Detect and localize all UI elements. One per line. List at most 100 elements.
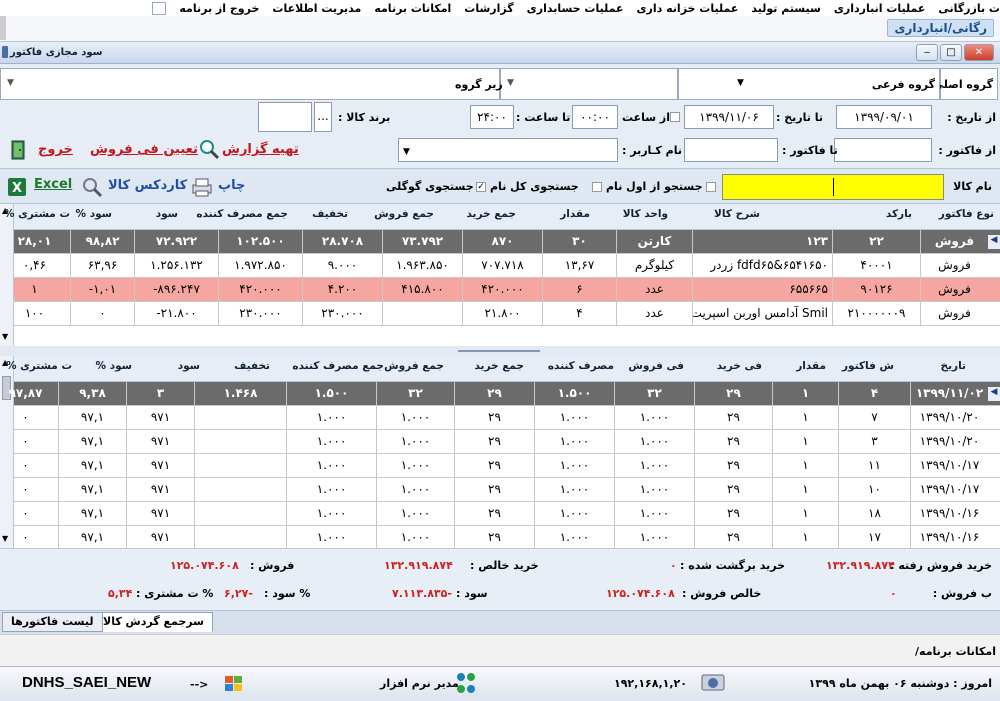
table-cell[interactable]: ۹۰۱۲۶	[832, 278, 920, 301]
table-cell[interactable]: ۲۳۰.۰۰۰	[218, 302, 302, 325]
table-cell[interactable]: ۲۹	[694, 526, 772, 549]
table-cell[interactable]: ۲۹	[694, 382, 772, 405]
col-header[interactable]: جمع خرید	[466, 208, 516, 220]
table-cell[interactable]: ۹۷,۱	[58, 406, 126, 429]
table-cell[interactable]: ۹۷۱	[126, 430, 194, 453]
from-time-input[interactable]: ۰۰:۰۰	[572, 105, 618, 129]
table-cell[interactable]: Smil آدامس اوربن اسپریت	[692, 302, 832, 325]
excel-export-button[interactable]: Excel	[34, 177, 72, 192]
table-cell[interactable]: ۱.۰۰۰	[534, 526, 614, 549]
table-cell[interactable]: ۰,۴۶	[0, 254, 70, 277]
menu-item-warehouse[interactable]: عملیات انبارداری	[834, 2, 926, 15]
table-cell[interactable]: ۱.۰۰۰	[614, 430, 694, 453]
sub-sub-group-select[interactable]: زیر گروه ▼	[0, 68, 503, 100]
table-cell[interactable]: ۱۳۹۹/۱۰/۱۶	[910, 502, 988, 525]
table-cell[interactable]: ۱.۴۶۸	[194, 382, 286, 405]
table-cell[interactable]: ۱.۰۰۰	[534, 430, 614, 453]
table-cell[interactable]: ۱۸	[838, 502, 910, 525]
table-cell[interactable]	[194, 478, 286, 501]
tab-item-turnover[interactable]: سرجمع گردش کالا	[94, 612, 213, 632]
table-cell[interactable]: ۲۹	[454, 454, 534, 477]
table-cell[interactable]: ۲۹	[694, 478, 772, 501]
full-name-checkbox[interactable]	[592, 182, 602, 192]
chevron-down-icon[interactable]: ▼	[737, 78, 744, 88]
table-row[interactable]: ۱۳۹۹/۱۰/۱۷ ۱۱ ۱ ۲۹ ۱.۰۰۰ ۱.۰۰۰ ۲۹ ۱.۰۰۰ ۱.۰۰۰ ۹۷۱…	[14, 454, 1000, 478]
table-cell[interactable]: ۱	[772, 382, 838, 405]
table-cell[interactable]: ۲۳۰.۰۰۰	[302, 302, 382, 325]
to-time-input[interactable]: ۲۴:۰۰	[470, 105, 514, 129]
table-cell[interactable]: ۷	[838, 406, 910, 429]
table-cell[interactable]: ۲۸,۰۱	[0, 230, 70, 253]
table-cell[interactable]: ۱.۰۰۰	[376, 478, 454, 501]
table-cell[interactable]: ۴	[838, 382, 910, 405]
table-cell[interactable]: ۱	[772, 454, 838, 477]
table-cell[interactable]	[194, 406, 286, 429]
table-cell[interactable]	[382, 302, 462, 325]
table-cell[interactable]: ۶۳,۹۶	[70, 254, 134, 277]
table-cell[interactable]: کیلوگرم	[616, 254, 692, 277]
table-cell[interactable]: ۰	[0, 526, 58, 549]
col-header[interactable]: جمع مصرف کننده	[196, 208, 288, 220]
table-cell[interactable]: ۱.۵۰۰	[286, 382, 376, 405]
full-name-checkmark[interactable]: ✓	[476, 182, 486, 192]
set-price-button[interactable]: تعیین فی فروش	[90, 142, 198, 157]
tab-invoice-list[interactable]: لیست فاکتورها	[2, 612, 103, 632]
table-cell[interactable]: ۲۹	[694, 502, 772, 525]
table-cell[interactable]: ۹۷۱	[126, 478, 194, 501]
table-cell[interactable]: ۱.۰۰۰	[534, 454, 614, 477]
table-cell[interactable]: ۹۷۱	[126, 406, 194, 429]
col-header[interactable]: سود	[156, 208, 178, 220]
col-header[interactable]: بارکد	[886, 208, 912, 220]
table-cell[interactable]: ۱.۵۰۰	[534, 382, 614, 405]
table-cell[interactable]: ۱	[772, 526, 838, 549]
table-cell[interactable]: -۲۱.۸۰۰	[134, 302, 218, 325]
table-cell[interactable]: ۳	[126, 382, 194, 405]
splitter-grip[interactable]	[458, 350, 540, 352]
table-cell[interactable]: ۱	[0, 278, 70, 301]
table-cell[interactable]: ۶۵۵۶۶۵	[692, 278, 832, 301]
table-cell[interactable]: ۱.۰۰۰	[614, 406, 694, 429]
table-cell[interactable]: ۸۷۰	[462, 230, 542, 253]
table-cell[interactable]: ۱.۰۰۰	[286, 454, 376, 477]
table-cell[interactable]: ۱.۹۷۲.۸۵۰	[218, 254, 302, 277]
col-header[interactable]: شرح کالا	[714, 208, 760, 220]
table-cell[interactable]: ۱۲۳	[692, 230, 832, 253]
menu-item-features[interactable]: امکانات برنامه	[374, 2, 451, 15]
to-invoice-input[interactable]	[684, 138, 778, 162]
from-invoice-input[interactable]	[834, 138, 932, 162]
table-cell[interactable]: ۹۷,۱	[58, 502, 126, 525]
table-cell[interactable]: ۱.۰۰۰	[534, 502, 614, 525]
scroll-down-icon[interactable]: ▼	[2, 332, 8, 341]
table-cell[interactable]: ۴.۲۰۰	[302, 278, 382, 301]
menu-item-production[interactable]: سیستم تولید	[751, 2, 820, 15]
table-cell[interactable]: ۹۷,۱	[58, 526, 126, 549]
table-cell[interactable]: ۴۱۵.۸۰۰	[382, 278, 462, 301]
col-header[interactable]: جمع فروش	[384, 360, 444, 372]
table-cell[interactable]: ۳۲	[614, 382, 694, 405]
table-row[interactable]: ۱۳۹۹/۱۰/۲۰ ۳ ۱ ۲۹ ۱.۰۰۰ ۱.۰۰۰ ۲۹ ۱.۰۰۰ ۱.۰۰۰ ۹۷۱ ۹…	[14, 430, 1000, 454]
table-cell[interactable]: ۳	[838, 430, 910, 453]
table-cell[interactable]: ۳۰	[542, 230, 616, 253]
table-cell[interactable]: ۲۹	[454, 478, 534, 501]
table-row[interactable]: فروش ۴۰۰۰۱ fdfd۶۵&۶۵۴۱۶۵۰ زردر کیلوگرم ۱۳,۶۷…	[14, 254, 1000, 278]
table-cell[interactable]: ۱.۰۰۰	[614, 478, 694, 501]
table-cell[interactable]: ۱۷	[838, 526, 910, 549]
col-header[interactable]: تخفیف	[312, 208, 348, 220]
table-cell[interactable]: ۹۸,۸۲	[70, 230, 134, 253]
table-cell[interactable]: ۱۳,۶۷	[542, 254, 616, 277]
table-cell[interactable]: ۱.۰۰۰	[376, 502, 454, 525]
table-cell[interactable]	[194, 526, 286, 549]
table-cell[interactable]: ۱.۰۰۰	[286, 406, 376, 429]
table-cell[interactable]: ۱۳۹۹/۱۰/۱۷	[910, 454, 988, 477]
table-cell[interactable]: ۹۷,۸۷	[0, 382, 58, 405]
table-row[interactable]: ◀ فروش ۲۲ ۱۲۳ کارتن ۳۰ ۸۷۰ ۷۳.۷۹۲ ۲۸.۷۰۸ ۱۰۲.۵۰۰ ۷…	[14, 230, 1000, 254]
table-cell[interactable]: ۱۳۹۹/۱۰/۱۶	[910, 526, 988, 549]
table-cell[interactable]: ۶	[542, 278, 616, 301]
table-cell[interactable]: ۹۷۱	[126, 502, 194, 525]
table-cell[interactable]: ۱.۰۰۰	[534, 478, 614, 501]
table-cell[interactable]: ۴۰۰۰۱	[832, 254, 920, 277]
table-cell[interactable]: ۱.۰۰۰	[286, 430, 376, 453]
table-cell[interactable]: ۱۰	[838, 478, 910, 501]
menu-item-trade[interactable]: ت بازرگانی	[938, 2, 1000, 15]
table-cell[interactable]: ۴۲۰.۰۰۰	[218, 278, 302, 301]
